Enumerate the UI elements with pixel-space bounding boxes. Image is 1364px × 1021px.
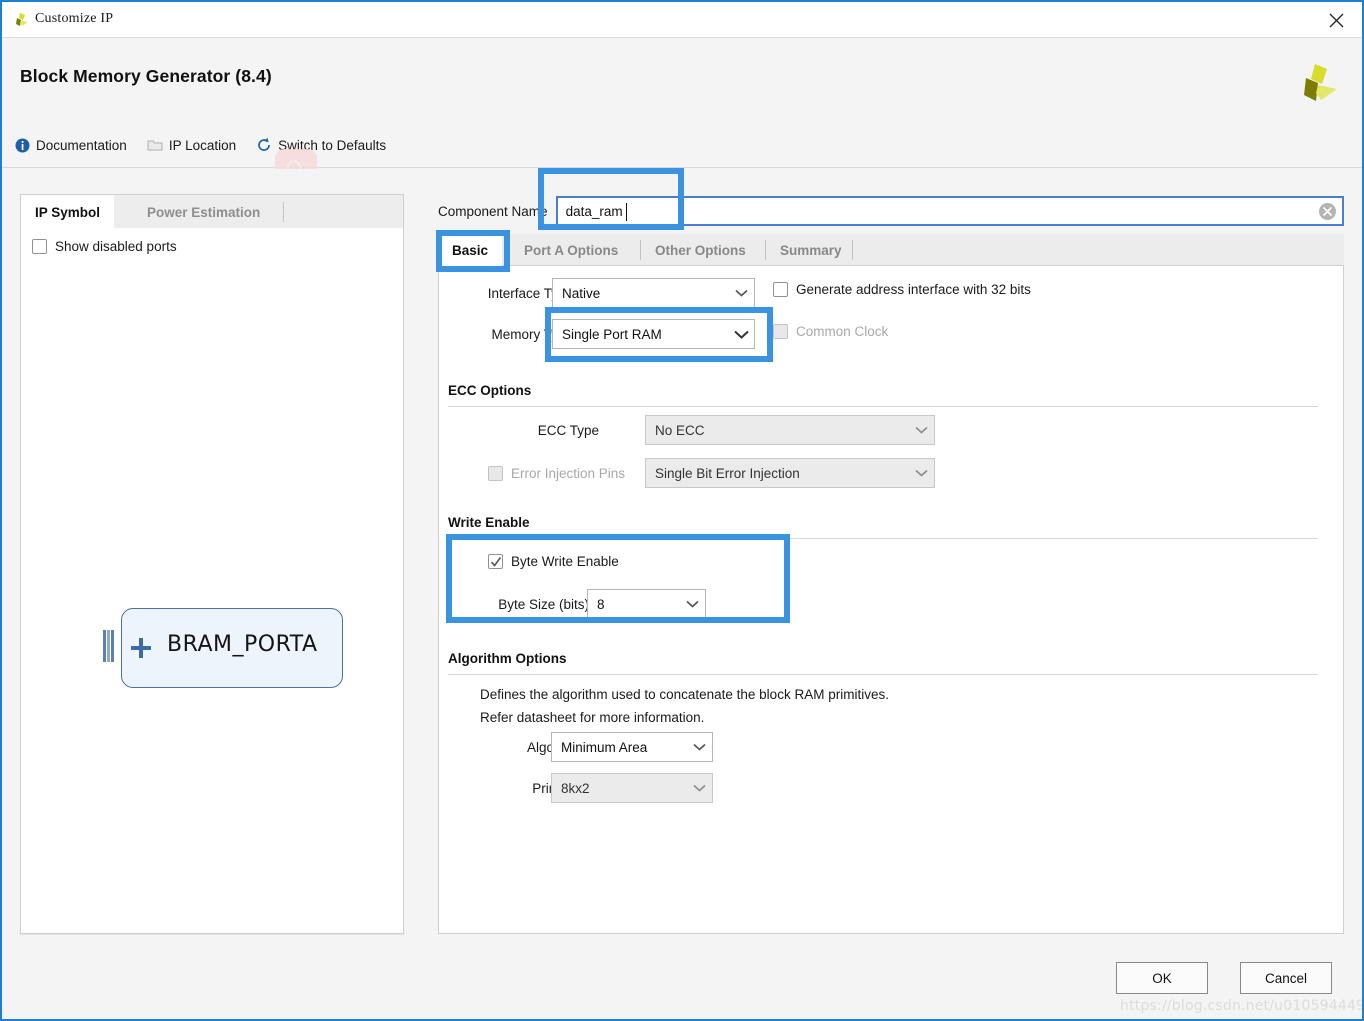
component-name-input[interactable] <box>563 198 1264 224</box>
byte-size-label: Byte Size (bits) <box>498 597 589 612</box>
window-title: Customize IP <box>35 11 114 26</box>
section-divider <box>448 538 1318 539</box>
section-divider <box>448 674 1318 675</box>
byte-write-enable-checkbox[interactable]: Byte Write Enable <box>488 554 619 569</box>
algorithm-options-title: Algorithm Options <box>448 651 567 666</box>
chevron-down-icon <box>908 459 934 487</box>
tab-other-options[interactable]: Other Options <box>641 234 760 266</box>
ip-location-link[interactable]: IP Location <box>147 138 236 153</box>
text-caret <box>625 203 627 221</box>
tab-divider <box>283 202 284 222</box>
ip-symbol-panel: IP Symbol Power Estimation Show disabled… <box>20 194 404 934</box>
error-injection-type-value: Single Bit Error Injection <box>655 465 800 481</box>
folder-icon <box>147 138 163 152</box>
show-disabled-ports-checkbox[interactable]: Show disabled ports <box>32 239 177 254</box>
chevron-down-icon <box>728 279 754 307</box>
error-injection-type-select[interactable]: Single Bit Error Injection <box>645 458 935 488</box>
section-divider <box>448 406 1318 407</box>
plus-icon[interactable] <box>131 638 151 658</box>
bram-porta-symbol[interactable]: BRAM_PORTA <box>103 608 343 688</box>
ip-location-label: IP Location <box>168 137 237 153</box>
dialog-body: IP Symbol Power Estimation Show disabled… <box>2 169 1362 1019</box>
common-clock-label: Common Clock <box>796 324 889 339</box>
tab-summary[interactable]: Summary <box>766 234 856 266</box>
tab-other-options-label: Other Options <box>655 242 746 258</box>
memory-type-value: Single Port RAM <box>562 326 662 342</box>
documentation-link[interactable]: Documentation <box>15 138 127 153</box>
tab-basic[interactable]: Basic <box>438 234 503 266</box>
main-tabstrip: Basic Port A Options Other Options Summa… <box>438 234 1344 266</box>
header-toolbar: Documentation IP Location Switch to Defa… <box>15 134 406 156</box>
component-name-label: Component Name <box>438 203 548 219</box>
customize-ip-dialog: Customize IP Block Memory Generator (8.4… <box>0 0 1364 1021</box>
common-clock-checkbox: Common Clock <box>773 324 888 339</box>
xilinx-logo-icon <box>1294 60 1340 106</box>
chevron-down-icon <box>679 590 705 618</box>
refresh-icon <box>256 137 272 153</box>
chevron-down-icon <box>908 416 934 444</box>
tab-port-a-options-label: Port A Options <box>524 242 619 258</box>
header-band: Block Memory Generator (8.4) Documentati… <box>2 38 1362 168</box>
tab-divider <box>852 240 853 260</box>
algorithm-value: Minimum Area <box>561 739 648 755</box>
cancel-button-label: Cancel <box>1264 970 1308 986</box>
ecc-type-label: ECC Type <box>537 423 599 438</box>
watermark: https://blog.csdn.net/u010594449 <box>1120 998 1364 1014</box>
tab-power-estimation-label: Power Estimation <box>147 204 261 220</box>
ok-button-label: OK <box>1152 970 1172 986</box>
write-enable-title: Write Enable <box>448 515 530 530</box>
checkbox-box <box>32 239 47 254</box>
ecc-type-select[interactable]: No ECC <box>645 415 935 445</box>
switch-to-defaults-link[interactable]: Switch to Defaults <box>256 137 386 153</box>
checkbox-box <box>488 554 503 569</box>
algorithm-select[interactable]: Minimum Area <box>551 732 713 762</box>
tab-power-estimation[interactable]: Power Estimation <box>133 195 274 229</box>
byte-size-value: 8 <box>597 596 605 612</box>
error-injection-pins-checkbox: Error Injection Pins <box>488 466 625 481</box>
basic-tab-pane: Interface Type Native Generate address i… <box>438 266 1344 934</box>
byte-write-enable-label: Byte Write Enable <box>511 554 619 569</box>
left-tabstrip: IP Symbol Power Estimation <box>20 194 404 229</box>
page-title: Block Memory Generator (8.4) <box>20 66 272 86</box>
ecc-type-value: No ECC <box>655 422 705 438</box>
byte-size-select[interactable]: 8 <box>587 589 706 619</box>
primitive-value: 8kx2 <box>561 780 590 796</box>
clear-circle-icon[interactable] <box>1319 203 1336 220</box>
tab-summary-label: Summary <box>780 242 842 258</box>
interface-type-select[interactable]: Native <box>552 278 755 308</box>
tab-basic-label: Basic <box>452 242 489 258</box>
cancel-button[interactable]: Cancel <box>1240 962 1332 994</box>
algorithm-description-line1: Defines the algorithm used to concatenat… <box>480 687 889 702</box>
info-icon <box>15 138 30 153</box>
documentation-label: Documentation <box>36 137 127 153</box>
checkbox-box <box>773 324 788 339</box>
ok-button[interactable]: OK <box>1116 962 1208 994</box>
show-disabled-ports-label: Show disabled ports <box>55 239 177 254</box>
chevron-down-icon <box>728 320 754 348</box>
close-icon[interactable] <box>1320 8 1354 32</box>
tab-port-a-options[interactable]: Port A Options <box>510 234 632 266</box>
generate-address-interface-checkbox[interactable]: Generate address interface with 32 bits <box>773 282 1031 297</box>
title-bar: Customize IP <box>2 2 1362 38</box>
algorithm-description-line2: Refer datasheet for more information. <box>480 710 705 725</box>
component-name-row: Component Name <box>438 195 1344 227</box>
interface-type-value: Native <box>562 285 601 301</box>
ecc-options-title: ECC Options <box>448 383 532 398</box>
component-name-field[interactable] <box>555 196 1344 226</box>
primitive-select[interactable]: 8kx2 <box>551 773 713 803</box>
generate-address-interface-label: Generate address interface with 32 bits <box>796 282 1031 297</box>
error-injection-pins-label: Error Injection Pins <box>511 466 626 481</box>
bus-connector-icon <box>103 630 114 662</box>
symbol-canvas: Show disabled ports BRAM_PORTA <box>20 228 404 934</box>
tab-ip-symbol[interactable]: IP Symbol <box>21 195 115 229</box>
checkbox-box <box>773 282 788 297</box>
tab-ip-symbol-label: IP Symbol <box>35 204 101 220</box>
chevron-down-icon <box>686 774 712 802</box>
memory-type-select[interactable]: Single Port RAM <box>552 319 755 349</box>
xilinx-logo-icon <box>12 11 30 29</box>
checkbox-box <box>488 466 503 481</box>
chevron-down-icon <box>686 733 712 761</box>
symbol-label: BRAM_PORTA <box>167 632 318 657</box>
